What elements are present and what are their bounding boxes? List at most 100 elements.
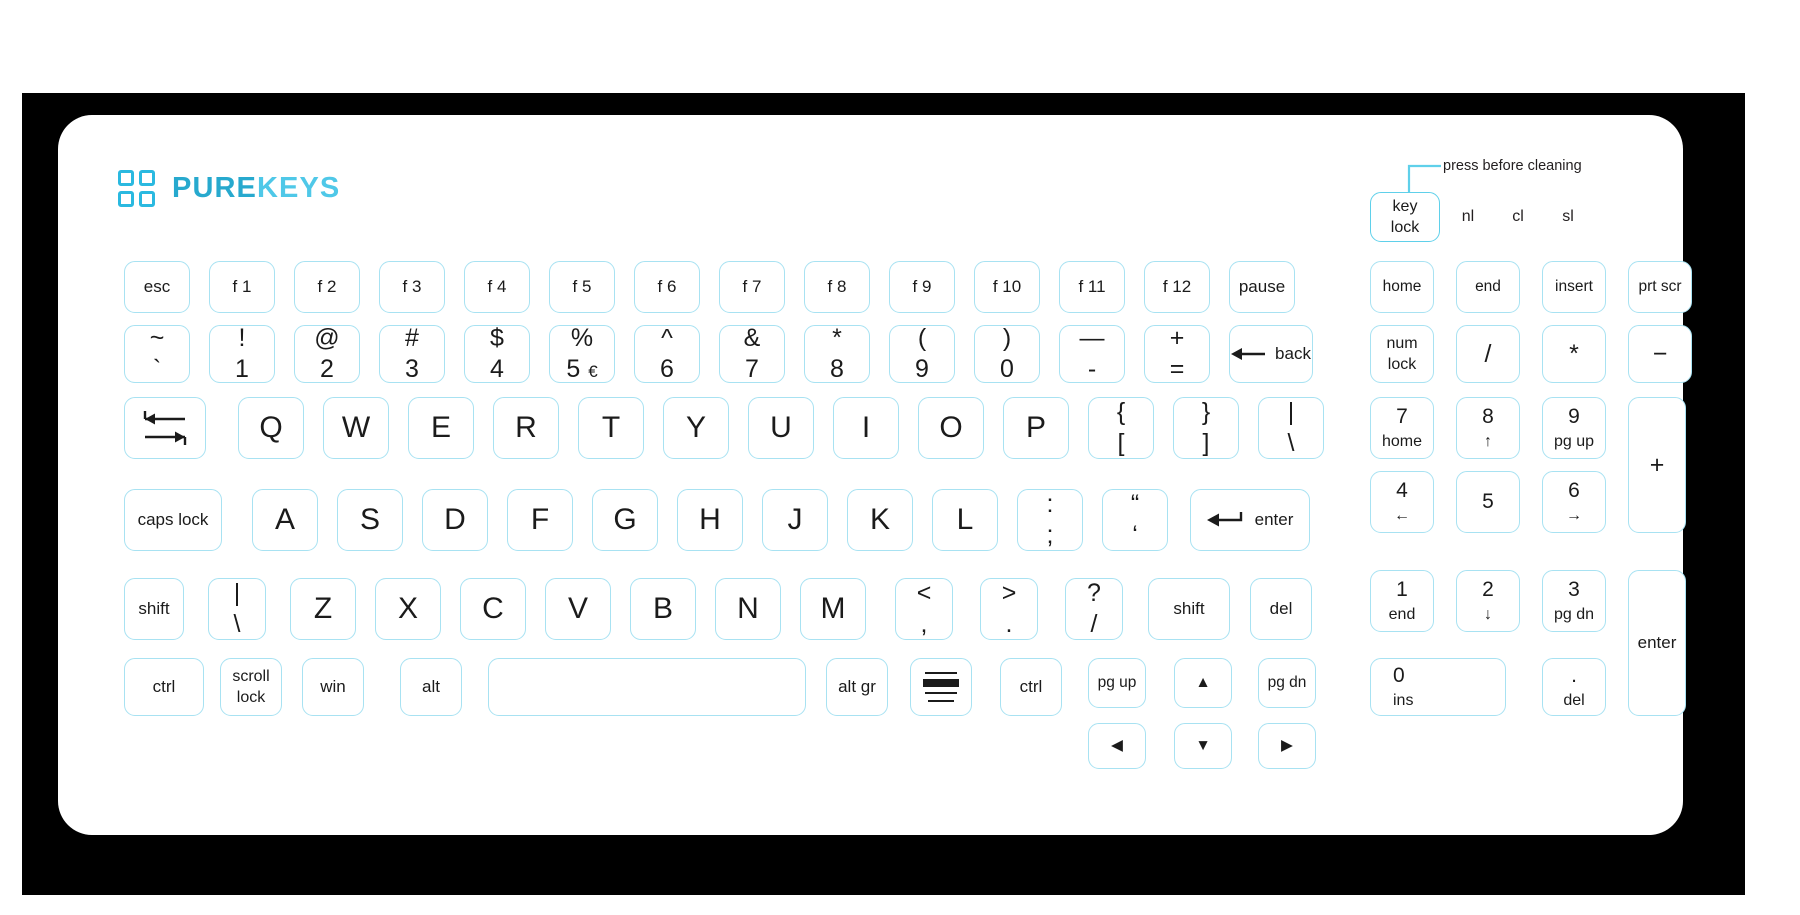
key-numpad-minus[interactable]: −	[1628, 325, 1692, 383]
key-Y[interactable]: Y	[663, 397, 729, 459]
key-K[interactable]: K	[847, 489, 913, 551]
key-page-down[interactable]: pg dn	[1258, 658, 1316, 708]
key-home[interactable]: home	[1370, 261, 1434, 313]
key-num-3[interactable]: #3	[379, 325, 445, 383]
key-page-up[interactable]: pg up	[1088, 658, 1146, 708]
key-numpad-4[interactable]: 4 ←	[1370, 471, 1434, 533]
key-zpunct-2[interactable]: ? /	[1065, 578, 1123, 640]
key-T[interactable]: T	[578, 397, 644, 459]
key-f7[interactable]: f 7	[719, 261, 785, 313]
key-tab[interactable]	[124, 397, 206, 459]
key-G[interactable]: G	[592, 489, 658, 551]
key-num-11[interactable]: — -	[1059, 325, 1125, 383]
key-num-0[interactable]: ~ `	[124, 325, 190, 383]
key-I[interactable]: I	[833, 397, 899, 459]
key-X[interactable]: X	[375, 578, 441, 640]
key-numpad-3[interactable]: 3 pg dn	[1542, 570, 1606, 632]
key-num-1[interactable]: ! 1	[209, 325, 275, 383]
key-num-12[interactable]: + =	[1144, 325, 1210, 383]
key-num-5[interactable]: % 5 €	[549, 325, 615, 383]
key-alt[interactable]: alt	[400, 658, 462, 716]
key-zpunct-1[interactable]: >.	[980, 578, 1038, 640]
key-num-6[interactable]: ^ 6	[634, 325, 700, 383]
key-f4[interactable]: f 4	[464, 261, 530, 313]
key-del[interactable]: del	[1250, 578, 1312, 640]
key-f1[interactable]: f 1	[209, 261, 275, 313]
key-H[interactable]: H	[677, 489, 743, 551]
key-numpad-2[interactable]: 2 ↓	[1456, 570, 1520, 632]
key-arrow-right[interactable]: ▶	[1258, 723, 1316, 769]
key-numpad-1[interactable]: 1 end	[1370, 570, 1434, 632]
key-F[interactable]: F	[507, 489, 573, 551]
key-N[interactable]: N	[715, 578, 781, 640]
key-numpad-6[interactable]: 6 →	[1542, 471, 1606, 533]
key-numpad-multiply[interactable]: *	[1542, 325, 1606, 383]
key-zpunct-0[interactable]: <,	[895, 578, 953, 640]
key-end[interactable]: end	[1456, 261, 1520, 313]
key-numpad-plus[interactable]: +	[1628, 397, 1686, 533]
key-punct-1[interactable]: “‘	[1102, 489, 1168, 551]
key-numpad-5[interactable]: 5	[1456, 471, 1520, 533]
key-f12[interactable]: f 12	[1144, 261, 1210, 313]
key-numpad-7[interactable]: 7 home	[1370, 397, 1434, 459]
key-ctrl-left[interactable]: ctrl	[124, 658, 204, 716]
key-lock-button[interactable]: key lock	[1370, 192, 1440, 242]
key-numpad-decimal[interactable]: . del	[1542, 658, 1606, 716]
key-numpad-0[interactable]: 0 ins	[1370, 658, 1506, 716]
key-L[interactable]: L	[932, 489, 998, 551]
key-num-9[interactable]: (9	[889, 325, 955, 383]
key-numpad-9[interactable]: 9 pg up	[1542, 397, 1606, 459]
key-numpad-8[interactable]: 8 ↑	[1456, 397, 1520, 459]
key-Z[interactable]: Z	[290, 578, 356, 640]
key-space[interactable]	[488, 658, 806, 716]
key-pause[interactable]: pause	[1229, 261, 1295, 313]
key-arrow-up[interactable]: ▲	[1174, 658, 1232, 708]
key-C[interactable]: C	[460, 578, 526, 640]
key-P[interactable]: P	[1003, 397, 1069, 459]
key-punct-0[interactable]: :;	[1017, 489, 1083, 551]
key-enter[interactable]: enter	[1190, 489, 1310, 551]
key-O[interactable]: O	[918, 397, 984, 459]
key-f5[interactable]: f 5	[549, 261, 615, 313]
key-shift-left[interactable]: shift	[124, 578, 184, 640]
key-esc[interactable]: esc	[124, 261, 190, 313]
key-S[interactable]: S	[337, 489, 403, 551]
key-num-4[interactable]: $4	[464, 325, 530, 383]
key-f6[interactable]: f 6	[634, 261, 700, 313]
key-M[interactable]: M	[800, 578, 866, 640]
key-backspace[interactable]: back	[1229, 325, 1313, 383]
key-arrow-down[interactable]: ▼	[1174, 723, 1232, 769]
key-backslash-left[interactable]: | \	[208, 578, 266, 640]
key-f8[interactable]: f 8	[804, 261, 870, 313]
key-U[interactable]: U	[748, 397, 814, 459]
key-num-7[interactable]: & 7	[719, 325, 785, 383]
key-A[interactable]: A	[252, 489, 318, 551]
key-bracket-2[interactable]: | \	[1258, 397, 1324, 459]
key-numpad-enter[interactable]: enter	[1628, 570, 1686, 716]
key-bracket-0[interactable]: {[	[1088, 397, 1154, 459]
key-num-10[interactable]: ) 0	[974, 325, 1040, 383]
key-win[interactable]: win	[302, 658, 364, 716]
key-R[interactable]: R	[493, 397, 559, 459]
key-E[interactable]: E	[408, 397, 474, 459]
key-J[interactable]: J	[762, 489, 828, 551]
key-arrow-left[interactable]: ◀	[1088, 723, 1146, 769]
key-W[interactable]: W	[323, 397, 389, 459]
key-f11[interactable]: f 11	[1059, 261, 1125, 313]
key-insert[interactable]: insert	[1542, 261, 1606, 313]
key-num-8[interactable]: * 8	[804, 325, 870, 383]
key-scroll-lock[interactable]: scroll lock	[220, 658, 282, 716]
key-f3[interactable]: f 3	[379, 261, 445, 313]
key-numpad-divide[interactable]: /	[1456, 325, 1520, 383]
key-caps-lock[interactable]: caps lock	[124, 489, 222, 551]
key-Q[interactable]: Q	[238, 397, 304, 459]
key-num-lock[interactable]: num lock	[1370, 325, 1434, 383]
key-shift-right[interactable]: shift	[1148, 578, 1230, 640]
key-ctrl-right[interactable]: ctrl	[1000, 658, 1062, 716]
key-f10[interactable]: f 10	[974, 261, 1040, 313]
key-print-screen[interactable]: prt scr	[1628, 261, 1692, 313]
key-B[interactable]: B	[630, 578, 696, 640]
key-alt-gr[interactable]: alt gr	[826, 658, 888, 716]
key-bracket-1[interactable]: }]	[1173, 397, 1239, 459]
key-V[interactable]: V	[545, 578, 611, 640]
